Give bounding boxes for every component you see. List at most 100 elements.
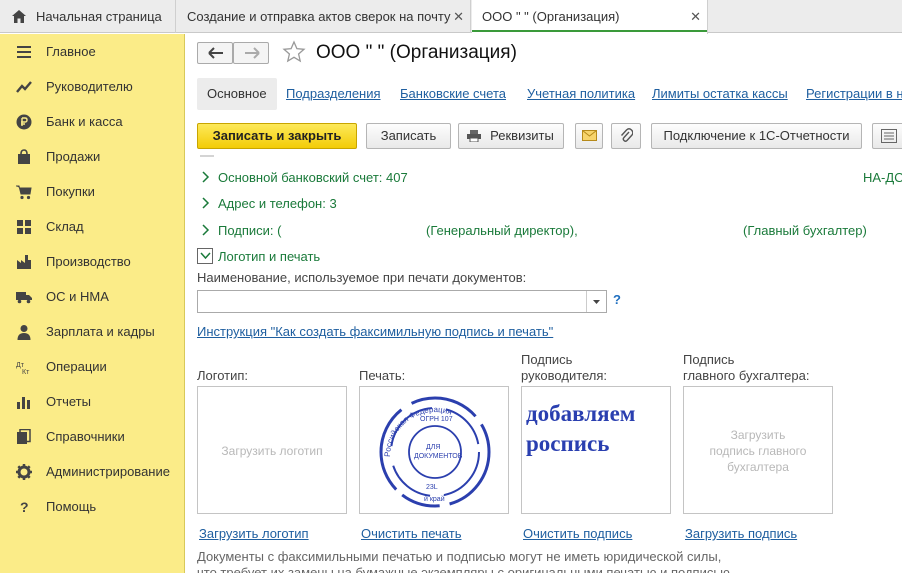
sidebar-item-admin[interactable]: Администрирование	[0, 454, 185, 489]
books-icon	[17, 429, 31, 444]
save-close-button[interactable]: Записать и закрыть	[197, 123, 357, 149]
svg-text:Российская Федерация: Российская Федерация	[383, 405, 453, 457]
sidebar-item-label: Справочники	[46, 429, 125, 444]
sidebar-item-catalogs[interactable]: Справочники	[0, 419, 185, 454]
sidebar-item-salary[interactable]: Зарплата и кадры	[0, 314, 185, 349]
sidebar-item-label: Производство	[46, 254, 131, 269]
logo-image-box[interactable]: Загрузить логотип	[197, 386, 347, 514]
bar-chart-icon	[17, 397, 30, 409]
tab-subdivisions[interactable]: Подразделения	[286, 78, 381, 110]
email-button[interactable]	[575, 123, 603, 149]
sidebar-item-label: ОС и НМА	[46, 289, 109, 304]
tab-cash-limits[interactable]: Лимиты остатка кассы	[652, 78, 788, 110]
sidebar-item-label: Помощь	[46, 499, 97, 514]
tab-acts[interactable]: Создание и отправка актов сверок на почт…	[177, 0, 471, 33]
sidebar-item-sales[interactable]: Продажи	[0, 139, 185, 174]
stamp-center-text-1: ДЛЯ	[426, 444, 440, 451]
tab-main[interactable]: Основное	[197, 78, 277, 110]
home-icon	[12, 10, 26, 23]
accountant-role: (Главный бухгалтер)	[743, 223, 867, 238]
director-role: (Генеральный директор),	[426, 223, 578, 238]
tab-home[interactable]: Начальная страница	[0, 0, 176, 33]
logo-section-toggle[interactable]	[197, 248, 213, 264]
sidebar-item-director[interactable]: Руководителю	[0, 69, 185, 104]
envelope-icon	[582, 130, 597, 141]
chevron-right-icon[interactable]	[202, 171, 210, 183]
connect-reporting-button[interactable]: Подключение к 1С-Отчетности	[651, 123, 862, 149]
save-button[interactable]: Записать	[366, 123, 451, 149]
tab-organization[interactable]: ООО " " (Организация) ✕	[472, 0, 708, 34]
sidebar-item-label: Отчеты	[46, 394, 91, 409]
svg-text:Дт: Дт	[16, 362, 25, 369]
print-name-field[interactable]	[197, 290, 607, 313]
sidebar-item-warehouse[interactable]: Склад	[0, 209, 185, 244]
tab-accounting-policy[interactable]: Учетная политика	[527, 78, 635, 110]
sidebar-item-reports[interactable]: Отчеты	[0, 384, 185, 419]
upload-accountant-signature-link[interactable]: Загрузить подпись	[685, 526, 797, 541]
stamp-region-text: й край	[424, 495, 445, 503]
close-icon[interactable]: ✕	[690, 0, 701, 33]
sidebar-item-label: Продажи	[46, 149, 101, 164]
bank-account-code: НА-ДО	[863, 170, 902, 185]
back-button[interactable]	[197, 42, 233, 64]
star-icon[interactable]	[282, 40, 306, 64]
help-link[interactable]: ?	[613, 292, 621, 307]
accountant-signature-label-2: главного бухгалтера:	[683, 368, 810, 383]
warehouse-grid-icon	[17, 220, 31, 234]
tab-organization-label: ООО " " (Организация)	[482, 9, 620, 24]
page-title: ООО " " (Организация)	[316, 42, 517, 63]
details-button[interactable]: Реквизиты	[458, 123, 564, 149]
sidebar-item-assets[interactable]: ОС и НМА	[0, 279, 185, 314]
sidebar-item-production[interactable]: Производство	[0, 244, 185, 279]
address-section[interactable]: Адрес и телефон: 3	[218, 196, 337, 211]
accountant-signature-box[interactable]: Загрузить подпись главного бухгалтера	[683, 386, 833, 514]
arrow-left-icon	[208, 47, 223, 59]
sidebar-item-main[interactable]: Главное	[0, 34, 185, 69]
dropdown-button[interactable]	[586, 291, 606, 312]
paperclip-icon	[620, 128, 633, 142]
chevron-right-icon[interactable]	[202, 224, 210, 236]
gear-icon	[16, 464, 32, 480]
sidebar-item-label: Склад	[46, 219, 84, 234]
signatures-section[interactable]: Подписи: (	[218, 223, 282, 238]
ruble-coin-icon	[16, 114, 32, 130]
stamp-arc-text: Российская Федерация	[383, 405, 453, 457]
signature-text-2: роспись	[526, 431, 610, 456]
head-signature-box[interactable]: добавляем роспись	[521, 386, 671, 514]
tab-bank-accounts[interactable]: Банковские счета	[400, 78, 506, 110]
forward-button[interactable]	[233, 42, 269, 64]
more-button[interactable]	[872, 123, 902, 149]
truck-icon	[16, 292, 32, 304]
sidebar-item-label: Банк и касса	[46, 114, 123, 129]
chevron-right-icon[interactable]	[202, 197, 210, 209]
upload-logo-link[interactable]: Загрузить логотип	[199, 526, 309, 541]
logo-section-title[interactable]: Логотип и печать	[218, 249, 320, 264]
facsimile-note-2: что требует их замены на бумажные экземп…	[197, 565, 730, 573]
accountant-signature-label-1: Подпись	[683, 352, 735, 367]
clear-signature-link[interactable]: Очистить подпись	[523, 526, 632, 541]
stamp-label: Печать:	[359, 368, 406, 383]
arrow-right-icon	[245, 47, 260, 59]
chevron-down-icon	[200, 252, 211, 260]
head-signature-label-2: руководителя:	[521, 368, 608, 383]
sidebar-item-help[interactable]: ? Помощь	[0, 489, 185, 524]
clear-stamp-link[interactable]: Очистить печать	[361, 526, 461, 541]
sidebar-item-label: Руководителю	[46, 79, 133, 94]
stamp-image-box[interactable]: Российская Федерация ОГРН 107 ДЛЯ ДОКУМЕ…	[359, 386, 509, 514]
sidebar-item-operations[interactable]: Дт Кт Операции	[0, 349, 185, 384]
top-tab-bar: Начальная страница Создание и отправка а…	[0, 0, 902, 34]
trend-icon	[16, 81, 32, 93]
instruction-link[interactable]: Инструкция "Как создать факсимильную под…	[197, 324, 553, 339]
tab-registrations[interactable]: Регистрации в н	[806, 78, 902, 110]
facsimile-note-1: Документы с факсимильными печатью и подп…	[197, 549, 722, 564]
person-icon	[17, 325, 31, 340]
sidebar-item-bank[interactable]: Банк и касса	[0, 104, 185, 139]
attach-button[interactable]	[611, 123, 641, 149]
close-icon[interactable]: ✕	[453, 0, 464, 33]
sidebar-item-label: Главное	[46, 44, 96, 59]
cart-icon	[16, 185, 32, 200]
accountant-placeholder-1: Загрузить	[730, 428, 786, 442]
sidebar-item-purchases[interactable]: Покупки	[0, 174, 185, 209]
stamp-center-text-2: ДОКУМЕНТОВ	[414, 453, 463, 460]
bank-account-section[interactable]: Основной банковский счет: 407	[218, 170, 408, 185]
